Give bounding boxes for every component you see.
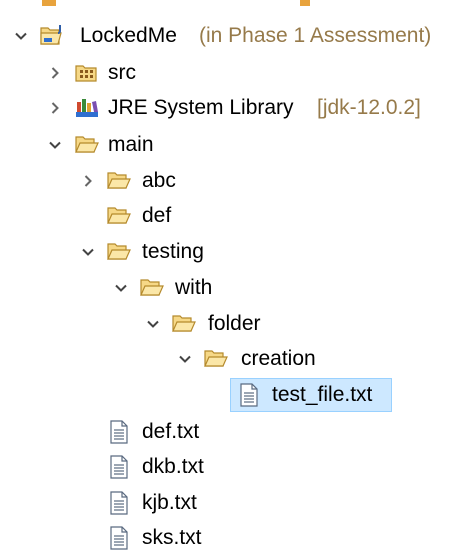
tree-item-def-txt[interactable]: def.txt xyxy=(0,414,300,450)
tree-item-folder[interactable]: folder xyxy=(0,306,320,342)
tree-item-kjb-txt[interactable]: kjb.txt xyxy=(0,485,300,521)
tree-item-test-file[interactable]: test_file.txt xyxy=(0,377,452,413)
chevron-down-icon[interactable] xyxy=(176,341,194,377)
project-label: LockedMe xyxy=(80,24,177,47)
test-file-label: test_file.txt xyxy=(272,383,373,406)
chevron-down-icon[interactable] xyxy=(144,306,162,342)
jre-label: JRE System Library xyxy=(108,96,294,119)
text-file-icon xyxy=(106,491,132,515)
cut-off-icon xyxy=(42,0,56,6)
dkb-txt-label: dkb.txt xyxy=(142,455,204,478)
tree-item-main[interactable]: main xyxy=(0,127,300,163)
project-decoration: (in Phase 1 Assessment) xyxy=(199,24,432,47)
src-label: src xyxy=(108,61,136,84)
chevron-right-icon[interactable] xyxy=(46,55,64,91)
folder-open-icon xyxy=(106,204,132,228)
folder-label: folder xyxy=(208,312,261,335)
kjb-txt-label: kjb.txt xyxy=(142,491,197,514)
folder-open-icon xyxy=(139,276,165,300)
with-label: with xyxy=(175,276,213,299)
chevron-down-icon[interactable] xyxy=(112,270,130,306)
tree-item-project[interactable]: LockedMe (in Phase 1 Assessment) xyxy=(0,18,452,54)
folder-open-icon xyxy=(106,169,132,193)
def-txt-label: def.txt xyxy=(142,420,200,443)
chevron-right-icon[interactable] xyxy=(46,90,64,126)
sks-txt-label: sks.txt xyxy=(142,526,202,549)
tree-item-testing[interactable]: testing xyxy=(0,234,300,270)
tree-item-with[interactable]: with xyxy=(0,270,300,306)
chevron-down-icon[interactable] xyxy=(46,127,64,163)
folder-open-icon xyxy=(171,312,197,336)
tree-item-jre-library[interactable]: JRE System Library [jdk-12.0.2] xyxy=(0,90,452,126)
library-icon xyxy=(74,96,100,120)
folder-open-icon xyxy=(74,133,100,157)
main-label: main xyxy=(108,133,154,156)
cut-off-icon xyxy=(300,0,310,6)
chevron-down-icon[interactable] xyxy=(12,18,30,54)
java-project-icon xyxy=(40,24,66,48)
folder-open-icon xyxy=(106,240,132,264)
project-explorer-tree: LockedMe (in Phase 1 Assessment) src JRE… xyxy=(0,0,452,553)
tree-item-def[interactable]: def xyxy=(0,198,300,234)
text-file-icon xyxy=(106,420,132,444)
def-label: def xyxy=(142,204,172,227)
source-folder-icon xyxy=(74,61,100,85)
tree-item-dkb-txt[interactable]: dkb.txt xyxy=(0,449,300,485)
jre-decoration: [jdk-12.0.2] xyxy=(317,96,421,119)
text-file-icon xyxy=(106,455,132,479)
tree-item-creation[interactable]: creation xyxy=(0,341,360,377)
chevron-down-icon[interactable] xyxy=(79,234,97,270)
tree-item-src[interactable]: src xyxy=(0,55,300,91)
text-file-icon xyxy=(236,383,262,407)
chevron-right-icon[interactable] xyxy=(79,163,97,199)
testing-label: testing xyxy=(142,240,204,263)
tree-item-sks-txt[interactable]: sks.txt xyxy=(0,520,300,556)
tree-item-abc[interactable]: abc xyxy=(0,163,300,199)
folder-open-icon xyxy=(203,347,229,371)
text-file-icon xyxy=(106,526,132,550)
abc-label: abc xyxy=(142,169,176,192)
creation-label: creation xyxy=(241,347,316,370)
